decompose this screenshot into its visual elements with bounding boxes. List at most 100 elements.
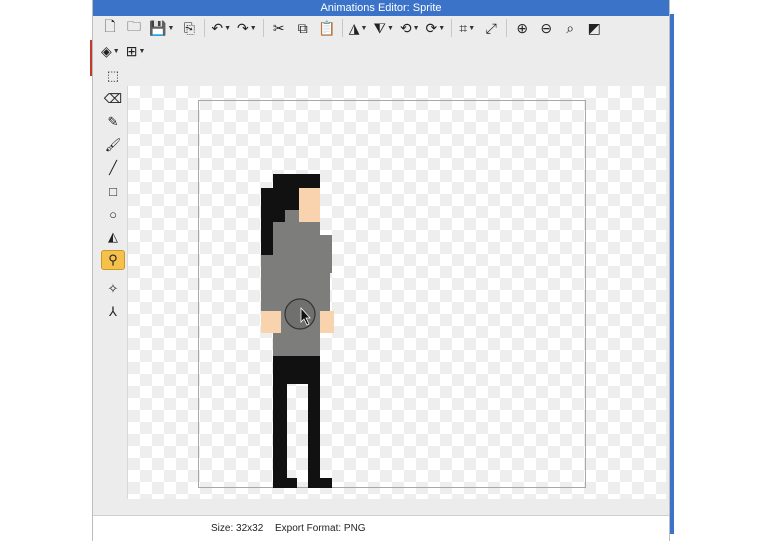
select-rectangle-icon: ⬚ bbox=[106, 68, 120, 83]
tool-attach-point[interactable]: ⅄ bbox=[101, 302, 125, 322]
status-bar: Size: 32x32 Export Format: PNG bbox=[93, 515, 669, 542]
undo-button[interactable]: ↶ ▼ bbox=[211, 18, 231, 38]
open-folder-button[interactable]: 🗀 bbox=[125, 18, 143, 38]
sprite-left-hand bbox=[261, 311, 281, 333]
paint-bucket-icon: ◭ bbox=[108, 229, 118, 244]
open-folder-icon: 🗀 bbox=[127, 18, 141, 34]
zoom-fit-button[interactable]: ⌕ bbox=[561, 18, 579, 38]
chevron-down-icon[interactable]: ▼ bbox=[250, 25, 257, 32]
tool-select-rectangle[interactable]: ⬚ bbox=[101, 66, 125, 86]
rotate-right-icon: ⟳ bbox=[425, 19, 438, 36]
window-title: Animations Editor: Sprite bbox=[93, 0, 669, 16]
toolbar-separator bbox=[451, 19, 453, 37]
toolbar-separator bbox=[262, 19, 264, 37]
chevron-down-icon[interactable]: ▼ bbox=[167, 25, 174, 32]
background-color-icon: ◩ bbox=[587, 19, 601, 36]
sprite-shoulder bbox=[320, 235, 332, 273]
sprite-right-arm bbox=[320, 273, 330, 311]
chevron-down-icon[interactable]: ▼ bbox=[361, 25, 368, 32]
cut-icon: ✂ bbox=[272, 19, 285, 36]
chevron-down-icon[interactable]: ▼ bbox=[138, 48, 145, 55]
redo-button[interactable]: ↷ ▼ bbox=[237, 18, 257, 38]
tool-line[interactable]: ╱ bbox=[101, 158, 125, 178]
flip-vertical-button[interactable]: ⧨ ▼ bbox=[373, 18, 393, 38]
desktop-background-left bbox=[0, 0, 92, 541]
rotate-left-button[interactable]: ⟲ ▼ bbox=[400, 18, 420, 38]
flip-horizontal-icon: ◮ bbox=[348, 19, 360, 36]
layers-icon: ◈ bbox=[101, 42, 112, 59]
tool-origin-point[interactable]: ✧ bbox=[101, 279, 125, 299]
undo-icon: ↶ bbox=[211, 19, 224, 36]
toolbar-separator bbox=[506, 19, 508, 37]
paste-button[interactable]: 📋 bbox=[318, 18, 336, 38]
sprite-left-leg bbox=[273, 384, 287, 478]
zoom-in-button[interactable]: ⊕ bbox=[513, 18, 531, 38]
grid-button[interactable]: ⊞ ▼ bbox=[126, 41, 146, 61]
new-file-button[interactable]: 🗋 bbox=[101, 18, 119, 38]
sprite-collar bbox=[285, 210, 299, 222]
sprite-hips bbox=[273, 356, 320, 384]
sprite-right-shoe bbox=[308, 478, 332, 488]
toolbar-separator bbox=[204, 19, 206, 37]
zoom-out-button[interactable]: ⊖ bbox=[537, 18, 555, 38]
toolbar-separator bbox=[341, 19, 343, 37]
chevron-down-icon[interactable]: ▼ bbox=[468, 25, 475, 32]
zoom-fit-icon: ⌕ bbox=[566, 19, 575, 36]
sprite-canvas[interactable] bbox=[198, 100, 586, 488]
sprite-face bbox=[299, 188, 320, 222]
sprite-right-hand bbox=[320, 311, 334, 333]
tool-rectangle[interactable]: □ bbox=[101, 181, 125, 201]
export-icon: ⎘ bbox=[183, 19, 195, 36]
cut-button[interactable]: ✂ bbox=[270, 18, 288, 38]
export-button[interactable]: ⎘ bbox=[180, 18, 198, 38]
crop-icon: ⌗ bbox=[459, 19, 468, 36]
sprite-torso bbox=[273, 222, 320, 356]
eyedropper-icon: ⚲ bbox=[108, 252, 118, 267]
background-color-button[interactable]: ◩ bbox=[585, 18, 603, 38]
export-format-label: Export Format: PNG bbox=[275, 523, 366, 534]
main-toolbar: 🗋 🗀 💾 ▼ ⎘ ↶ ▼ ↷ ▼ ✂ ⧉ 📋 ◮ ▼ ⧨ ▼ ⟲ ▼ ⟳ ▼ ⌗ ▼ ⤢ ⊕ ⊖ ⌕ ◩ bbox=[101, 17, 609, 39]
sprite-hair-top bbox=[273, 174, 320, 188]
sprite-hair-side bbox=[285, 188, 299, 210]
desktop-background-right bbox=[671, 0, 763, 541]
tool-pencil[interactable]: ✎ bbox=[101, 112, 125, 132]
pencil-icon: ✎ bbox=[107, 114, 119, 129]
resize-icon: ⤢ bbox=[485, 19, 497, 36]
rotate-left-icon: ⟲ bbox=[399, 19, 412, 36]
chevron-down-icon[interactable]: ▼ bbox=[387, 25, 394, 32]
grid-icon: ⊞ bbox=[125, 42, 138, 59]
redo-icon: ↷ bbox=[237, 19, 249, 36]
canvas-area[interactable] bbox=[127, 86, 666, 499]
copy-icon: ⧉ bbox=[297, 19, 308, 36]
cursor-target-ring bbox=[284, 298, 316, 330]
secondary-toolbar: ◈ ▼ ⊞ ▼ bbox=[101, 40, 151, 62]
chevron-down-icon[interactable]: ▼ bbox=[413, 25, 420, 32]
chevron-down-icon[interactable]: ▼ bbox=[113, 48, 120, 55]
sprite-right-leg bbox=[308, 384, 320, 478]
tool-paint-bucket[interactable]: ◭ bbox=[101, 227, 125, 247]
rectangle-icon: □ bbox=[109, 183, 117, 199]
brush-icon: 🖌 bbox=[104, 137, 122, 152]
animations-editor-window: Animations Editor: Sprite 🗋 🗀 💾 ▼ ⎘ ↶ ▼ ↷ ▼ ✂ ⧉ 📋 ◮ ▼… bbox=[92, 0, 670, 542]
tool-eyedropper[interactable]: ⚲ bbox=[101, 250, 125, 270]
flip-horizontal-button[interactable]: ◮ ▼ bbox=[349, 18, 368, 38]
crop-button[interactable]: ⌗ ▼ bbox=[458, 18, 476, 38]
tool-ellipse[interactable]: ○ bbox=[101, 204, 125, 224]
attach-point-icon: ⅄ bbox=[109, 304, 117, 319]
sprite-left-arm bbox=[261, 255, 273, 311]
sprite-pixels bbox=[261, 174, 334, 488]
eraser-icon: ⌫ bbox=[103, 91, 123, 106]
chevron-down-icon[interactable]: ▼ bbox=[224, 25, 231, 32]
layers-button[interactable]: ◈ ▼ bbox=[101, 41, 120, 61]
tool-eraser[interactable]: ⌫ bbox=[101, 89, 125, 109]
chevron-down-icon[interactable]: ▼ bbox=[438, 25, 445, 32]
save-icon: 💾 bbox=[149, 19, 167, 36]
copy-button[interactable]: ⧉ bbox=[294, 18, 312, 38]
sprite-left-shoe bbox=[273, 478, 297, 488]
tool-brush[interactable]: 🖌 bbox=[101, 135, 125, 155]
sprite-size-label: Size: 32x32 bbox=[211, 523, 264, 534]
save-button[interactable]: 💾 ▼ bbox=[149, 18, 174, 38]
resize-button[interactable]: ⤢ bbox=[482, 18, 500, 38]
rotate-right-button[interactable]: ⟳ ▼ bbox=[426, 18, 446, 38]
paste-icon: 📋 bbox=[318, 19, 336, 36]
